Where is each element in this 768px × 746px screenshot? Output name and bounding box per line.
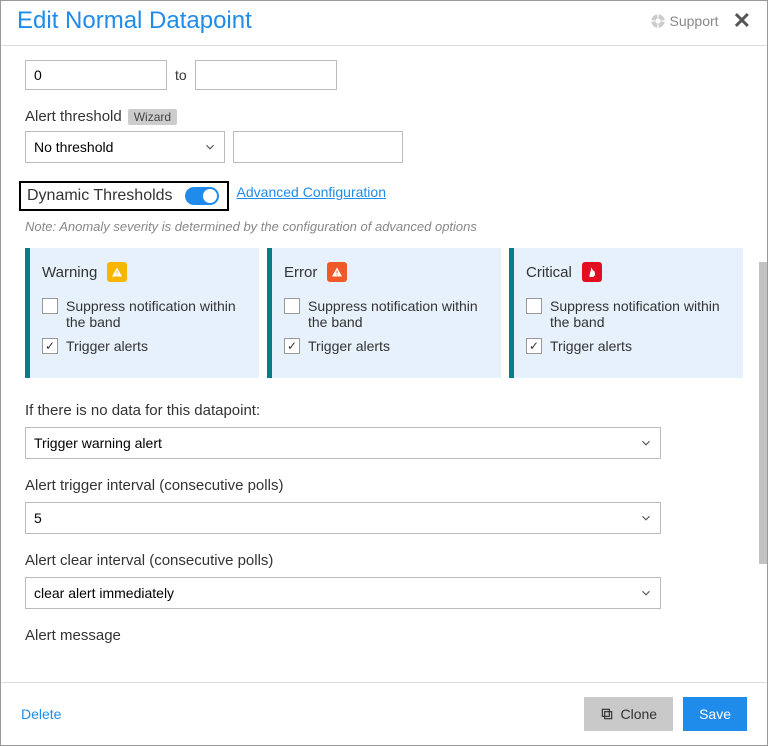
- support-label: Support: [670, 13, 719, 29]
- warning-card: Warning Suppress notification within the…: [25, 248, 259, 378]
- trigger-interval-label: Alert trigger interval (consecutive poll…: [25, 477, 743, 494]
- critical-suppress-checkbox[interactable]: [526, 298, 542, 314]
- wizard-badge[interactable]: Wizard: [128, 109, 177, 125]
- close-icon[interactable]: ✕: [729, 8, 755, 34]
- dynamic-note: Note: Anomaly severity is determined by …: [25, 219, 743, 234]
- modal-header: Edit Normal Datapoint Support ✕: [1, 1, 767, 46]
- support-icon: [650, 13, 666, 29]
- support-link[interactable]: Support: [650, 13, 719, 29]
- modal-title: Edit Normal Datapoint: [17, 7, 252, 35]
- warning-icon: [107, 262, 127, 282]
- range-to-label: to: [175, 67, 187, 83]
- dynamic-thresholds-label: Dynamic Thresholds: [27, 187, 173, 205]
- alert-message-label: Alert message: [25, 627, 743, 644]
- range-to-input[interactable]: [195, 60, 337, 90]
- dynamic-thresholds-highlight: Dynamic Thresholds: [19, 181, 229, 211]
- trigger-interval-select[interactable]: [25, 502, 661, 534]
- critical-icon: [582, 262, 602, 282]
- critical-trigger-checkbox[interactable]: [526, 338, 542, 354]
- alert-threshold-label: Alert threshold Wizard: [25, 108, 743, 125]
- warning-trigger-checkbox[interactable]: [42, 338, 58, 354]
- save-button[interactable]: Save: [683, 697, 747, 731]
- critical-title: Critical: [526, 264, 572, 281]
- dynamic-thresholds-toggle[interactable]: [185, 187, 219, 205]
- error-card: Error Suppress notification within the b…: [267, 248, 501, 378]
- modal-body: to Alert threshold Wizard Dynamic Thresh…: [1, 46, 767, 674]
- error-trigger-checkbox[interactable]: [284, 338, 300, 354]
- scrollbar-thumb[interactable]: [759, 262, 767, 564]
- error-icon: [327, 262, 347, 282]
- alert-threshold-value[interactable]: [233, 131, 403, 163]
- modal-footer: Delete Clone Save: [1, 682, 767, 745]
- error-suppress-checkbox[interactable]: [284, 298, 300, 314]
- warning-title: Warning: [42, 264, 97, 281]
- no-data-select[interactable]: [25, 427, 661, 459]
- clone-button[interactable]: Clone: [584, 697, 673, 731]
- warning-suppress-checkbox[interactable]: [42, 298, 58, 314]
- clear-interval-select[interactable]: [25, 577, 661, 609]
- valid-range-row: to: [25, 60, 743, 90]
- critical-card: Critical Suppress notification within th…: [509, 248, 743, 378]
- no-data-label: If there is no data for this datapoint:: [25, 402, 743, 419]
- clear-interval-label: Alert clear interval (consecutive polls): [25, 552, 743, 569]
- error-title: Error: [284, 264, 317, 281]
- clone-icon: [600, 707, 614, 721]
- range-from-input[interactable]: [25, 60, 167, 90]
- advanced-config-link[interactable]: Advanced Configuration: [237, 184, 386, 200]
- alert-threshold-select[interactable]: [25, 131, 225, 163]
- severity-cards: Warning Suppress notification within the…: [25, 248, 743, 378]
- delete-link[interactable]: Delete: [21, 706, 61, 722]
